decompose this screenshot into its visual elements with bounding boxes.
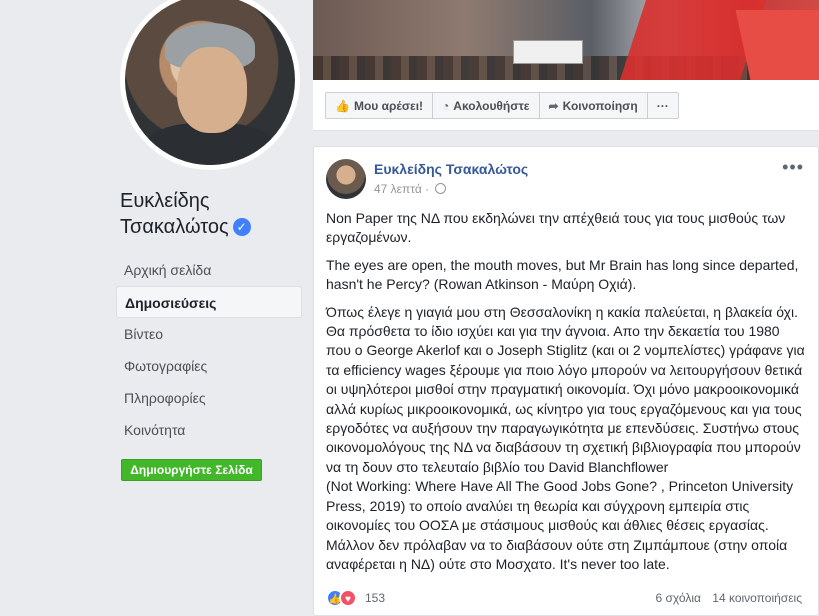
post-text: Non Paper της ΝΔ που εκδηλώνει την απέχθ… [326,209,806,582]
share-label: Κοινοποίηση [562,98,638,113]
follow-label: Ακολουθήστε [453,98,530,113]
page-title-line2: Τσακαλώτος [120,216,229,238]
post-paragraph: The eyes are open, the mouth moves, but … [326,256,799,293]
more-actions-button[interactable]: ··· [648,93,678,118]
cover-photo[interactable] [313,0,819,80]
nav-item-community[interactable]: Κοινότητα [116,414,302,446]
post-timestamp[interactable]: 47 λεπτά [374,182,422,196]
verified-badge-icon: ✓ [232,218,251,236]
shares-count[interactable]: 14 κοινοποιήσεις [712,591,802,605]
nav-item-posts[interactable]: Δημοσιεύσεις [116,286,302,318]
more-dots-icon: ··· [656,98,669,113]
nav-item-videos[interactable]: Βίντεο [116,318,302,350]
comments-count[interactable]: 6 σχόλια [655,591,700,605]
post-options-icon[interactable]: ••• [782,157,804,178]
love-reaction-icon: ♥ [339,589,357,607]
like-label: Μου αρέσει! [353,98,424,113]
page-nav: Αρχική σελίδα Δημοσιεύσεις Βίντεο Φωτογρ… [116,254,302,446]
globe-icon[interactable] [434,183,446,194]
post-paragraph: Non Paper της ΝΔ που εκδηλώνει την απέχθ… [326,210,786,246]
post-author-avatar[interactable] [326,159,366,199]
page-title-line1: Ευκλείδης [120,190,210,212]
share-button[interactable]: ➦ Κοινοποίηση [540,93,648,118]
profile-picture[interactable] [120,0,300,170]
nav-item-home[interactable]: Αρχική σελίδα [116,254,302,286]
post-paragraph: (Not Working: Where Have All The Good Jo… [326,478,794,572]
post-card: Ευκλείδης Τσακαλώτος 47 λεπτά · ••• Non … [313,146,819,616]
follow-button[interactable]: ◔ Ακολουθήστε [433,93,540,118]
cover-card: 👍 Μου αρέσει! ◔ Ακολουθήστε ➦ Κοινοποίησ… [313,0,819,131]
engagement-counts: 6 σχόλια 14 κοινοποιήσεις [655,591,802,605]
thumbs-up-icon: 👍 [335,98,350,113]
post-meta: 47 λεπτά · [374,182,446,196]
create-page-button[interactable]: Δημιουργήστε Σελίδα [121,459,262,481]
page-actions: 👍 Μου αρέσει! ◔ Ακολουθήστε ➦ Κοινοποίησ… [325,92,679,119]
rss-icon: ◔ [442,98,450,113]
post-paragraph: Όπως έλεγε η γιαγιά μου στη Θεσσαλονίκη … [326,303,805,475]
reaction-count: 153 [365,591,386,605]
like-page-button[interactable]: 👍 Μου αρέσει! [326,93,434,118]
nav-item-photos[interactable]: Φωτογραφίες [116,350,302,382]
nav-item-about[interactable]: Πληροφορίες [116,382,302,414]
share-arrow-icon: ➦ [548,98,559,113]
page-title[interactable]: Ευκλείδης Τσακαλώτος ✓ [120,188,300,240]
reactions-summary[interactable]: 👍 ♥ 153 [326,589,385,607]
profile-photo [125,0,295,165]
post-author-name[interactable]: Ευκλείδης Τσακαλώτος [374,161,528,177]
